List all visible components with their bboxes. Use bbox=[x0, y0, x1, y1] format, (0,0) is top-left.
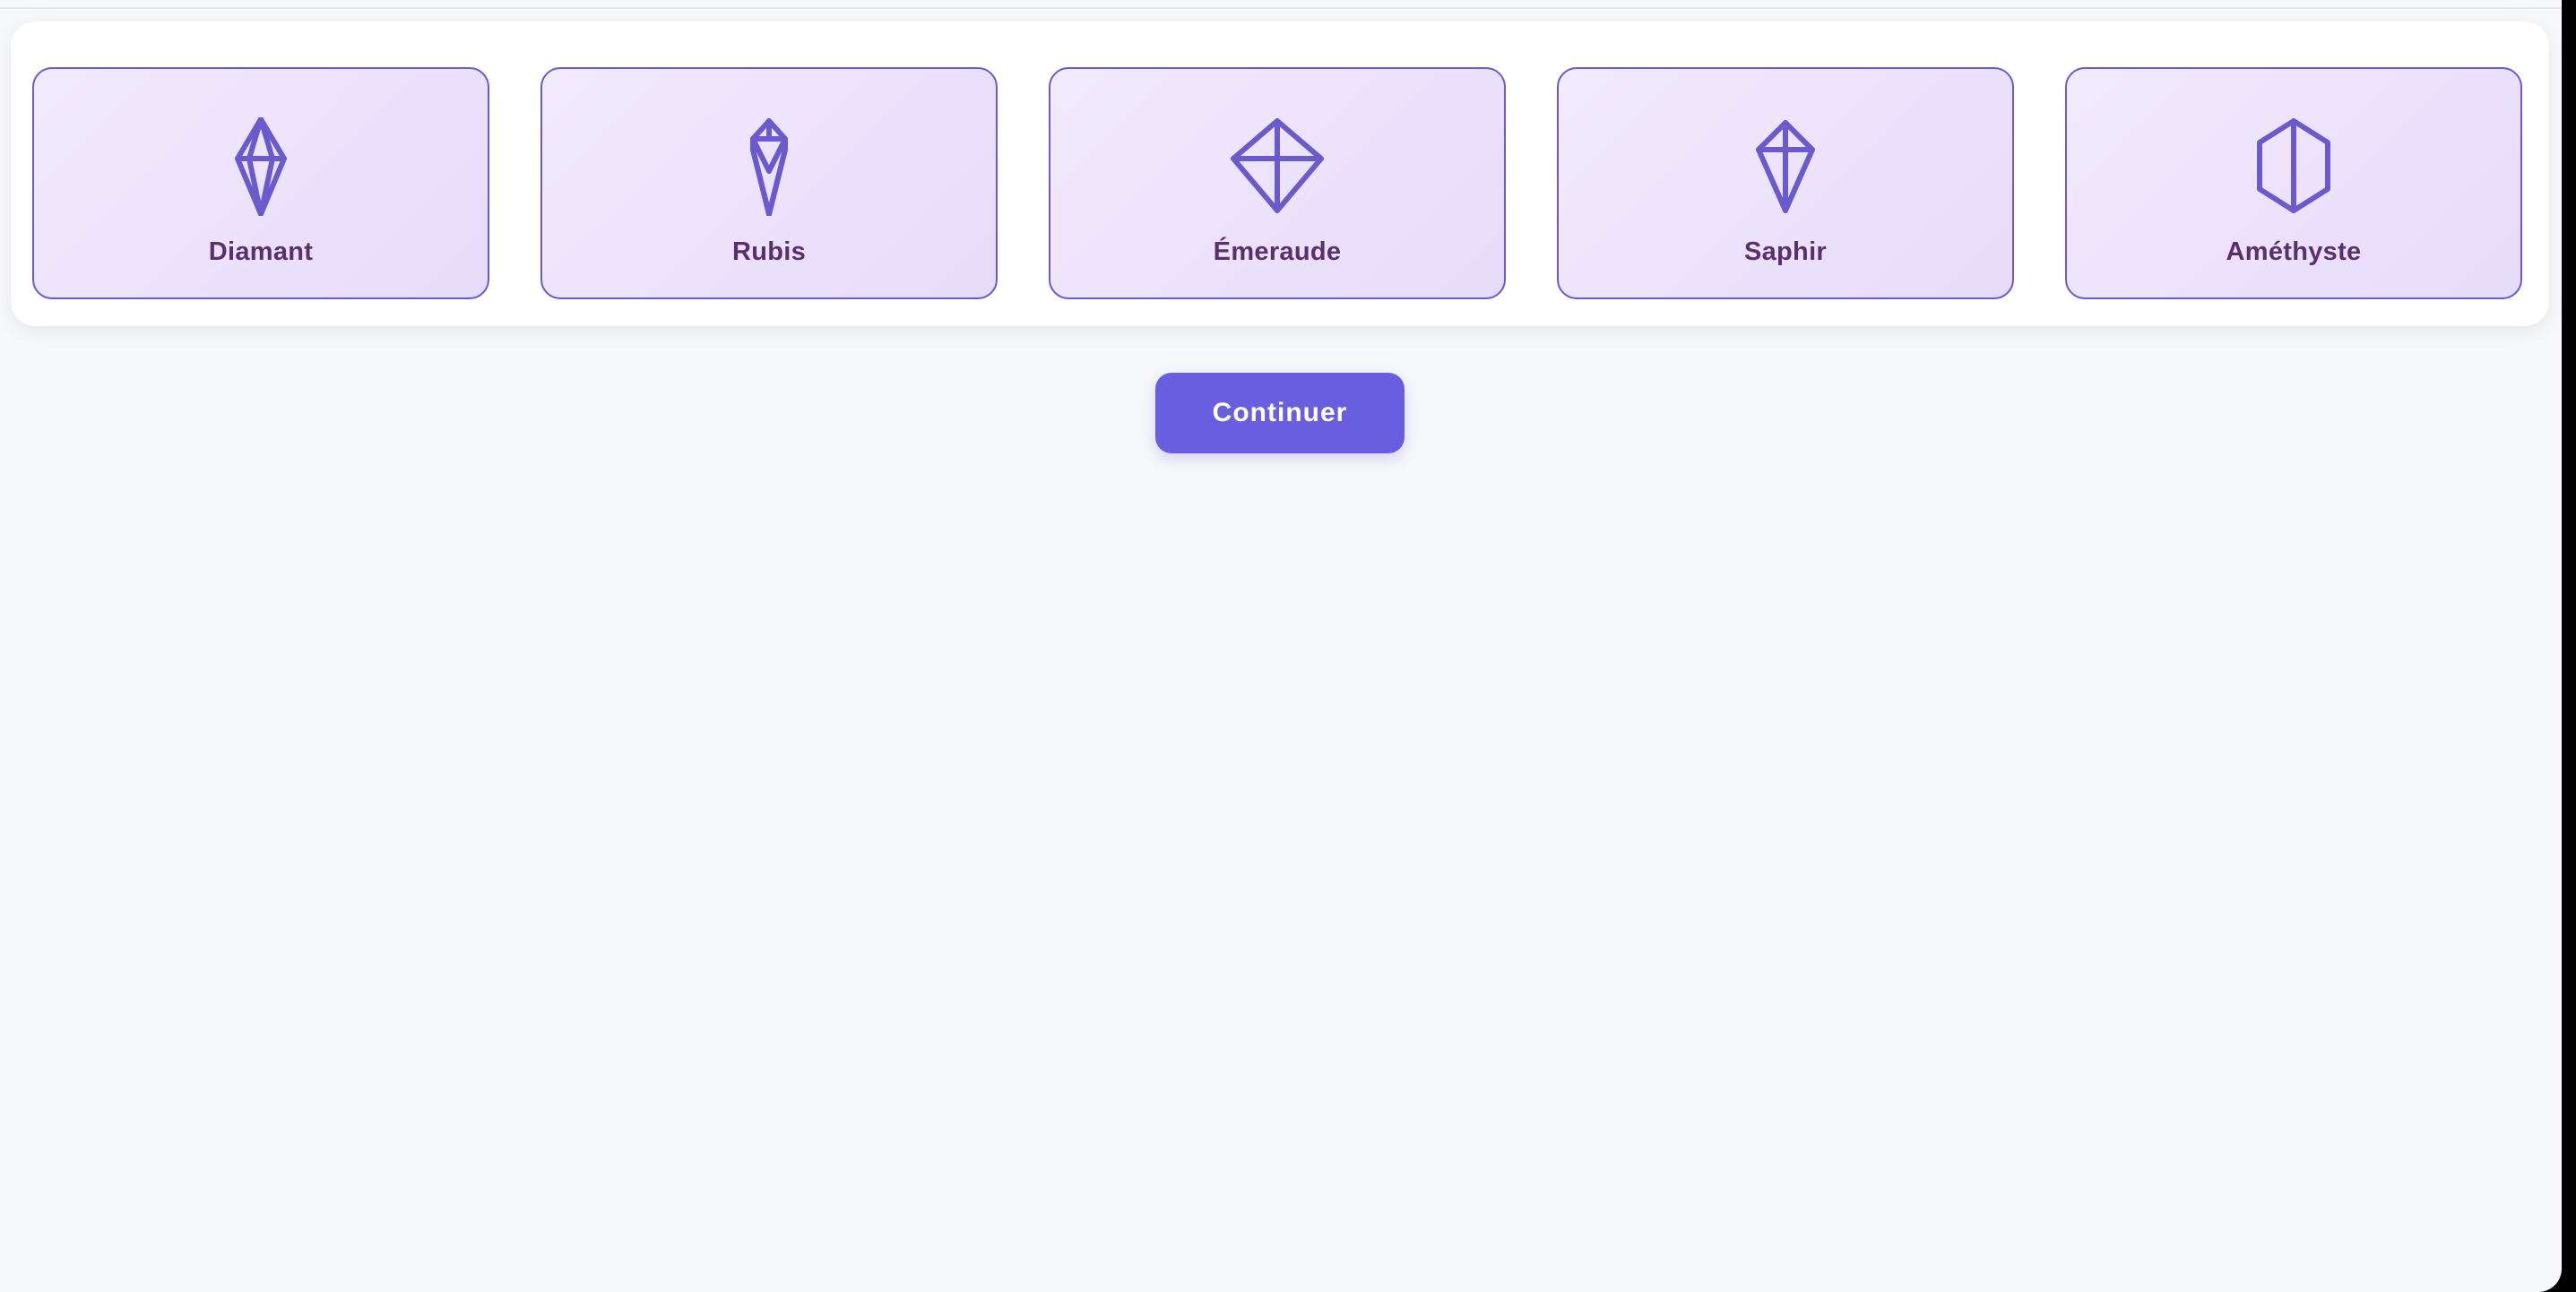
gem-selection-panel: Diamant Rubis Émeraude Saphir Améthyste bbox=[11, 22, 2549, 326]
continue-button[interactable]: Continuer bbox=[1155, 373, 1405, 453]
gem-label: Émeraude bbox=[1213, 237, 1342, 266]
gem-label: Diamant bbox=[208, 237, 314, 266]
gem-label: Saphir bbox=[1743, 237, 1828, 266]
gem-label: Rubis bbox=[731, 237, 807, 266]
sapphire-icon bbox=[1736, 117, 1835, 216]
ruby-icon bbox=[720, 117, 818, 216]
diamond-icon bbox=[212, 117, 310, 216]
gem-card-saphir[interactable]: Saphir bbox=[1557, 67, 2014, 299]
gem-card-amethyste[interactable]: Améthyste bbox=[2065, 67, 2522, 299]
gem-label: Améthyste bbox=[2226, 237, 2362, 266]
amethyst-icon bbox=[2244, 117, 2343, 216]
gem-card-diamant[interactable]: Diamant bbox=[32, 67, 489, 299]
gem-card-rubis[interactable]: Rubis bbox=[540, 67, 998, 299]
emerald-icon bbox=[1228, 117, 1327, 216]
top-divider bbox=[0, 7, 2562, 9]
gem-card-emeraude[interactable]: Émeraude bbox=[1049, 67, 1506, 299]
app-window: Diamant Rubis Émeraude Saphir Améthyste … bbox=[0, 0, 2562, 1292]
